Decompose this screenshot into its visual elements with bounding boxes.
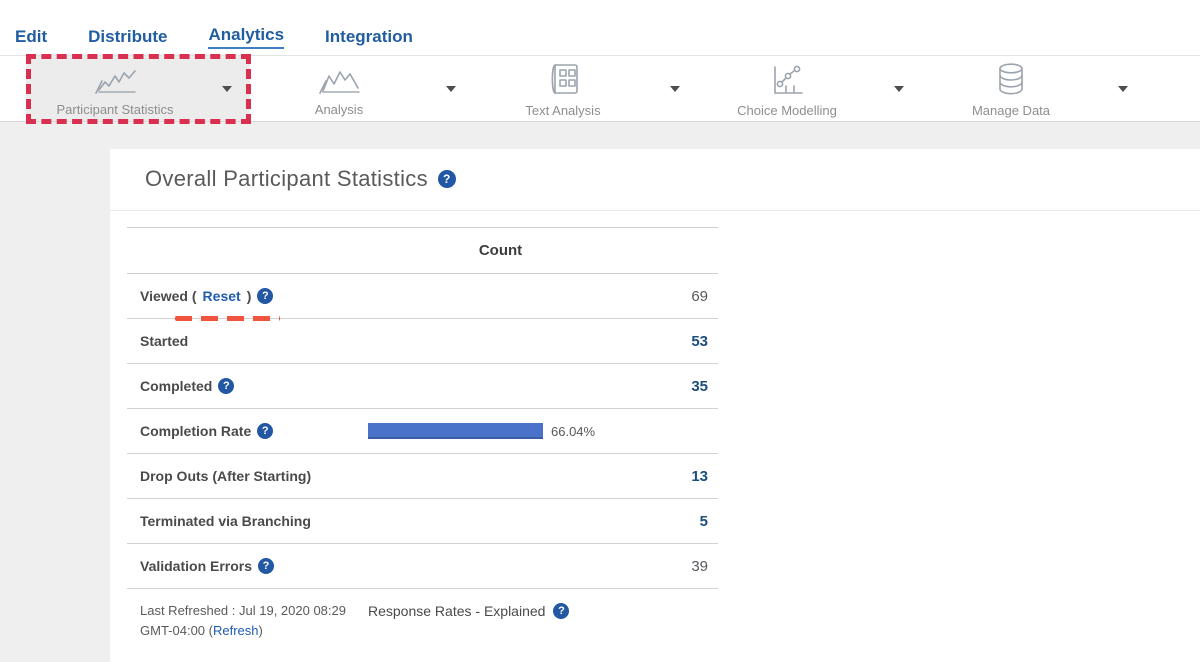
nav-item-integration[interactable]: Integration	[325, 27, 413, 49]
response-rates-explained: Response Rates - Explained ?	[368, 601, 569, 619]
row-label: Completion Rate	[140, 423, 251, 439]
reset-link[interactable]: Reset	[203, 288, 241, 304]
participant-statistics-table: Count Viewed ( Reset ) ? 69 Started 53	[127, 227, 718, 641]
refresh-link[interactable]: Refresh	[213, 623, 259, 638]
table-footer: Last Refreshed : Jul 19, 2020 08:29 GMT-…	[127, 589, 718, 641]
toolbar-item-participant-statistics[interactable]: Participant Statistics	[26, 60, 204, 117]
table-row-completion-rate: Completion Rate ? 66.04%	[127, 409, 718, 454]
row-value: 39	[633, 558, 718, 575]
row-label: Terminated via Branching	[140, 513, 311, 529]
table-row-completed: Completed ? 35	[127, 364, 718, 409]
toolbar-item-label: Manage Data	[972, 103, 1050, 118]
database-icon	[988, 62, 1034, 101]
toolbar-group-choice-modelling: Choice Modelling	[698, 56, 922, 121]
nav-item-distribute[interactable]: Distribute	[88, 27, 167, 49]
table-row-viewed: Viewed ( Reset ) ? 69	[127, 274, 718, 319]
validation-errors-help-icon[interactable]: ?	[258, 558, 274, 574]
row-label: Drop Outs (After Starting)	[140, 468, 311, 484]
chevron-down-icon	[222, 86, 232, 92]
table-row-terminated: Terminated via Branching 5	[127, 499, 718, 544]
participant-statistics-panel: Overall Participant Statistics ? Count V…	[110, 149, 1200, 662]
row-value: 53	[633, 333, 718, 350]
text-analysis-icon	[540, 62, 586, 101]
row-label: Validation Errors	[140, 558, 252, 574]
nav-item-analytics[interactable]: Analytics	[208, 25, 284, 49]
completion-rate-help-icon[interactable]: ?	[257, 423, 273, 439]
response-rates-help-icon[interactable]: ?	[553, 603, 569, 619]
title-help-icon[interactable]: ?	[438, 170, 456, 188]
panel-title-block: Overall Participant Statistics ?	[110, 149, 1200, 211]
toolbar-item-label: Choice Modelling	[737, 103, 837, 118]
completion-rate-percent-label: 66.04%	[551, 424, 595, 439]
toolbar-group-text-analysis: Text Analysis	[474, 56, 698, 121]
toolbar-group-manage-data: Manage Data	[922, 56, 1146, 121]
top-nav: Edit Distribute Analytics Integration	[0, 0, 1200, 55]
manage-data-dropdown-caret[interactable]	[1100, 56, 1146, 121]
count-column-header: Count	[368, 242, 633, 259]
table-row-drop-outs: Drop Outs (After Starting) 13	[127, 454, 718, 499]
peaks-chart-icon	[316, 63, 362, 100]
row-label: Viewed (	[140, 288, 197, 304]
row-label: Started	[140, 333, 188, 349]
nav-item-edit[interactable]: Edit	[15, 27, 47, 49]
completion-rate-progress-bar	[368, 423, 543, 439]
row-value: 35	[633, 378, 718, 395]
last-refreshed-line2-suffix: )	[259, 623, 263, 638]
chevron-down-icon	[1118, 86, 1128, 92]
response-rates-label: Response Rates - Explained	[368, 603, 545, 619]
last-refreshed-text: Last Refreshed : Jul 19, 2020 08:29 GMT-…	[140, 601, 368, 641]
toolbar-group-analysis: Analysis	[250, 56, 474, 121]
participant-statistics-dropdown-caret[interactable]	[204, 56, 250, 121]
page-title-text: Overall Participant Statistics	[145, 166, 428, 192]
viewed-help-icon[interactable]: ?	[257, 288, 273, 304]
chevron-down-icon	[670, 86, 680, 92]
last-refreshed-line1: Last Refreshed : Jul 19, 2020 08:29	[140, 603, 346, 618]
toolbar-item-label: Text Analysis	[525, 103, 600, 118]
toolbar-item-analysis[interactable]: Analysis	[250, 60, 428, 117]
analytics-toolbar: Participant Statistics Analysis	[0, 55, 1200, 122]
table-row-started: Started 53	[127, 319, 718, 364]
choice-modelling-dropdown-caret[interactable]	[876, 56, 922, 121]
toolbar-item-label: Analysis	[315, 102, 363, 117]
page-title: Overall Participant Statistics ?	[145, 166, 456, 192]
toolbar-item-label: Participant Statistics	[56, 102, 173, 117]
row-value: 5	[633, 513, 718, 530]
chevron-down-icon	[894, 86, 904, 92]
completed-help-icon[interactable]: ?	[218, 378, 234, 394]
row-value: 13	[633, 468, 718, 485]
row-value: 69	[633, 288, 718, 305]
toolbar-item-choice-modelling[interactable]: Choice Modelling	[698, 59, 876, 118]
last-refreshed-line2-prefix: GMT-04:00 (	[140, 623, 213, 638]
text-analysis-dropdown-caret[interactable]	[652, 56, 698, 121]
row-label: Completed	[140, 378, 212, 394]
toolbar-item-text-analysis[interactable]: Text Analysis	[474, 59, 652, 118]
toolbar-group-participant-statistics: Participant Statistics	[26, 56, 250, 121]
row-label-suffix: )	[247, 288, 252, 304]
choice-modelling-icon	[764, 62, 810, 101]
table-header-row: Count	[127, 227, 718, 274]
toolbar-item-manage-data[interactable]: Manage Data	[922, 59, 1100, 118]
table-row-validation-errors: Validation Errors ? 39	[127, 544, 718, 589]
chevron-down-icon	[446, 86, 456, 92]
analysis-dropdown-caret[interactable]	[428, 56, 474, 121]
line-chart-icon	[92, 63, 138, 100]
